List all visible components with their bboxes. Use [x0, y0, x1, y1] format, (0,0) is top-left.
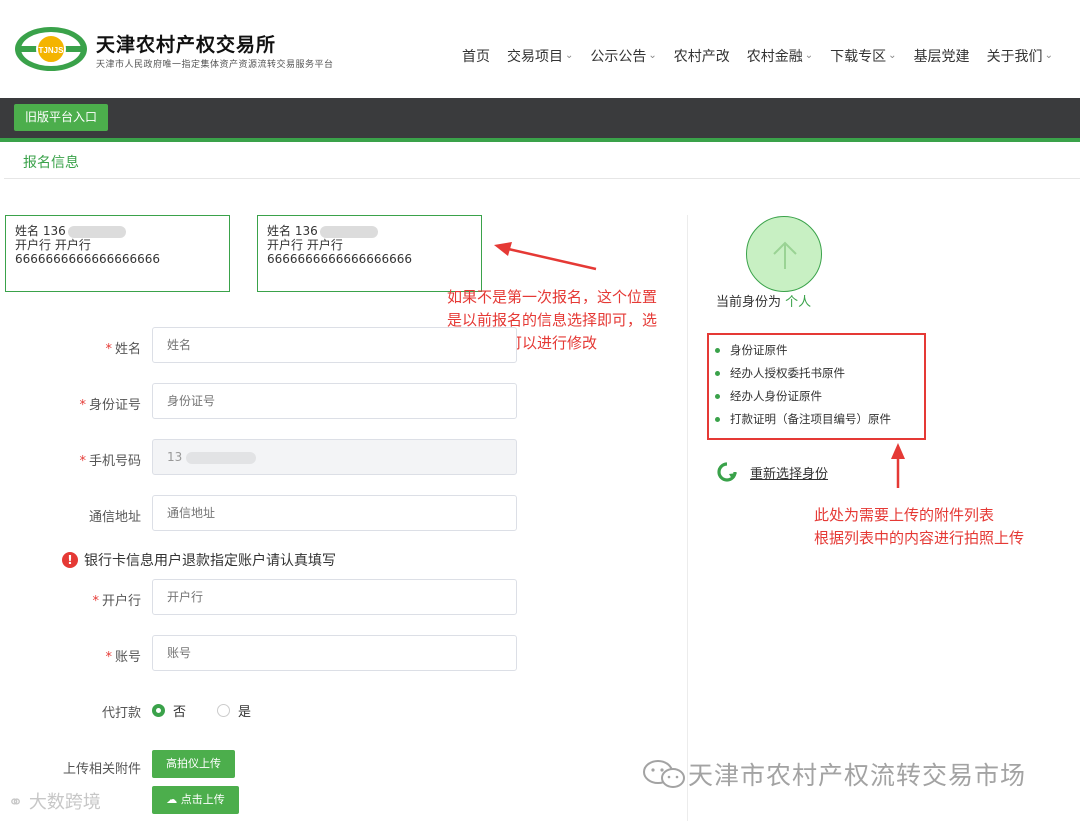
main-nav: 首页 交易项目 公示公告 农村产改 农村金融 下载专区 基层党建 关于我们: [462, 46, 1070, 66]
name-input[interactable]: [152, 327, 517, 363]
current-identity: 当前身份为 个人: [716, 295, 812, 310]
redaction-blur: [186, 451, 257, 464]
annotation-line: 此处为需要上传的附件列表: [814, 506, 995, 524]
redaction-blur: [67, 225, 126, 238]
redaction-blur: [319, 225, 378, 238]
card-name-line: 姓名 136: [15, 224, 66, 238]
nav-item-announcements[interactable]: 公示公告: [590, 46, 656, 66]
nav-item-home[interactable]: 首页: [462, 46, 490, 66]
accent-divider: [0, 138, 1080, 142]
card-account-line: 6666666666666666666: [267, 252, 413, 266]
address-input[interactable]: [152, 495, 517, 531]
watermark: 天津市农村产权流转交易市场: [640, 756, 1026, 792]
id-number-input[interactable]: [152, 383, 517, 419]
account-input[interactable]: [152, 635, 517, 671]
previous-info-card[interactable]: 姓名 136 开户行 开户行 6666666666666666666: [5, 215, 230, 292]
site-title: 天津农村产权交易所: [96, 34, 277, 56]
site-header: TJNJS 天津农村产权交易所 天津市人民政府唯一指定集体资产资源流转交易服务平…: [0, 0, 1080, 98]
attachment-item: 经办人授权委托书原件: [715, 362, 924, 385]
logo-text: TJNJS: [39, 46, 65, 55]
cloud-upload-icon: ☁: [166, 793, 178, 806]
nav-item-rural-reform[interactable]: 农村产改: [674, 46, 730, 66]
nav-item-downloads[interactable]: 下载专区: [830, 46, 896, 66]
old-platform-button[interactable]: 旧版平台入口: [14, 104, 108, 131]
nav-item-trade-projects[interactable]: 交易项目: [507, 46, 573, 66]
arrow-up-icon: [773, 241, 797, 269]
upload-label: 上传相关附件: [62, 762, 141, 777]
bank-input[interactable]: [152, 579, 517, 615]
annotation-right: 此处为需要上传的附件列表 根据列表中的内容进行拍照上传: [814, 504, 1024, 550]
proxy-pay-label: 代打款: [101, 706, 141, 721]
scanner-upload-button[interactable]: 高拍仪上传: [152, 750, 235, 778]
name-label: * 姓名: [105, 342, 141, 357]
refresh-icon: [717, 462, 737, 482]
card-bank-line: 开户行 开户行: [15, 238, 91, 252]
identity-value: 个人: [785, 295, 812, 310]
toolbar-bar: [0, 98, 1080, 138]
corner-watermark: ⚭ 大数跨境: [8, 792, 101, 813]
nav-item-party-building[interactable]: 基层党建: [914, 46, 970, 66]
column-divider: [687, 215, 688, 821]
bank-notice: ! 银行卡信息用户退款指定账户请认真填写: [62, 550, 336, 570]
logo-icon[interactable]: TJNJS: [14, 26, 88, 72]
attachment-item: 身份证原件: [715, 339, 924, 362]
attachment-item: 打款证明（备注项目编号）原件: [715, 408, 924, 431]
section-title: 报名信息: [23, 155, 79, 171]
identity-avatar[interactable]: [746, 216, 822, 292]
proxy-pay-option-no[interactable]: 否: [152, 701, 186, 720]
phone-input[interactable]: 13: [152, 439, 517, 475]
card-account-line: 6666666666666666666: [15, 252, 161, 266]
proxy-pay-option-yes[interactable]: 是: [217, 701, 251, 720]
bank-label: * 开户行: [92, 594, 141, 609]
reselect-identity-link[interactable]: 重新选择身份: [716, 461, 828, 483]
card-name-line: 姓名 136: [267, 224, 318, 238]
previous-info-card[interactable]: 姓名 136 开户行 开户行 6666666666666666666: [257, 215, 482, 292]
radio-unchecked-icon: [217, 704, 230, 717]
annotation-arrow-icon: [891, 443, 905, 488]
annotation-line: 如果不是第一次报名，这个位置: [447, 288, 658, 306]
phone-label: * 手机号码: [79, 454, 141, 469]
cloud-logo-icon: ⚭: [8, 792, 24, 813]
annotation-arrow-icon: [494, 242, 597, 271]
attachment-list: 身份证原件 经办人授权委托书原件 经办人身份证原件 打款证明（备注项目编号）原件: [707, 333, 926, 440]
site-subtitle: 天津市人民政府唯一指定集体资产资源流转交易服务平台: [96, 60, 334, 70]
radio-checked-icon: [152, 704, 165, 717]
annotation-line: 根据列表中的内容进行拍照上传: [814, 529, 1025, 547]
nav-item-about-us[interactable]: 关于我们: [987, 46, 1053, 66]
wechat-icon: [643, 760, 685, 788]
section-divider: [4, 178, 1080, 179]
click-upload-button[interactable]: ☁ 点击上传: [152, 786, 239, 814]
attachment-item: 经办人身份证原件: [715, 385, 924, 408]
address-label: 通信地址: [88, 510, 141, 525]
id-number-label: * 身份证号: [79, 398, 141, 413]
card-bank-line: 开户行 开户行: [267, 238, 343, 252]
account-label: * 账号: [105, 650, 141, 665]
nav-item-rural-finance[interactable]: 农村金融: [747, 46, 813, 66]
warning-icon: !: [62, 552, 78, 568]
